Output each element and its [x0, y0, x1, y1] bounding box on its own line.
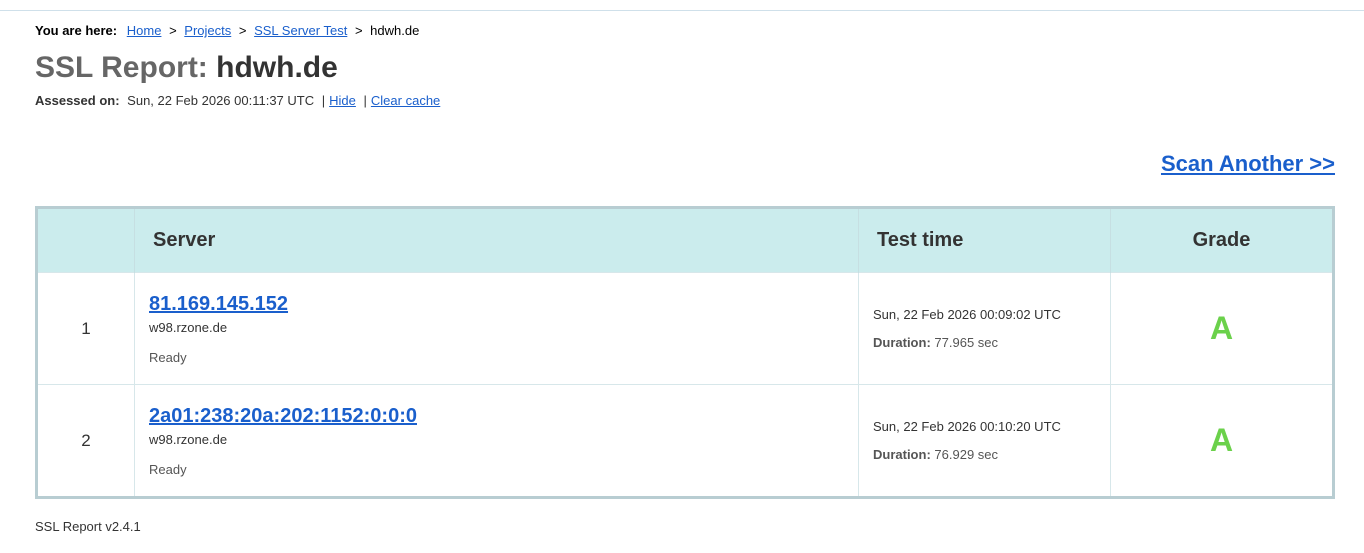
- top-divider: [0, 10, 1364, 11]
- clear-cache-link[interactable]: Clear cache: [371, 93, 440, 108]
- scan-another-link[interactable]: Scan Another >>: [1161, 150, 1335, 178]
- row-index: 2: [36, 384, 135, 498]
- server-cell: 81.169.145.152 w98.rzone.de Ready: [134, 272, 859, 385]
- page-content: You are here: Home > Projects > SSL Serv…: [35, 22, 1335, 534]
- breadcrumb-projects-link[interactable]: Projects: [184, 23, 231, 38]
- footer-version: SSL Report v2.4.1: [35, 519, 141, 534]
- grade-cell: A: [1110, 272, 1334, 385]
- test-time-value: Sun, 22 Feb 2026 00:10:20 UTC: [873, 418, 1061, 434]
- grade-cell: A: [1110, 384, 1334, 498]
- assessed-line: Assessed on: Sun, 22 Feb 2026 00:11:37 U…: [35, 92, 1335, 110]
- assessed-date: Sun, 22 Feb 2026 00:11:37 UTC: [127, 93, 315, 108]
- server-status: Ready: [149, 461, 187, 477]
- page-title-prefix: SSL Report:: [35, 51, 208, 84]
- table-row: 2 2a01:238:20a:202:1152:0:0:0 w98.rzone.…: [36, 384, 1334, 498]
- hide-link[interactable]: Hide: [329, 93, 356, 108]
- breadcrumb-separator: >: [238, 23, 247, 38]
- duration-value: 76.929 sec: [934, 446, 999, 462]
- server-hostname: w98.rzone.de: [149, 431, 228, 447]
- breadcrumb: You are here: Home > Projects > SSL Serv…: [35, 22, 1335, 40]
- page-title: SSL Report: hdwh.de: [35, 50, 1335, 86]
- duration-line: Duration: 76.929 sec: [873, 446, 1096, 464]
- breadcrumb-separator: >: [354, 23, 363, 38]
- server-ip-link[interactable]: 81.169.145.152: [149, 293, 288, 315]
- header-test-time: Test time: [858, 207, 1111, 273]
- test-time-cell: Sun, 22 Feb 2026 00:09:02 UTC Duration: …: [858, 272, 1111, 385]
- header-grade: Grade: [1110, 207, 1334, 273]
- table-header-row: Server Test time Grade: [36, 207, 1334, 273]
- assessed-separator: |: [363, 93, 367, 108]
- breadcrumb-home-link[interactable]: Home: [127, 23, 162, 38]
- table-row: 1 81.169.145.152 w98.rzone.de Ready Sun,…: [36, 272, 1334, 385]
- header-server: Server: [134, 207, 859, 273]
- server-status: Ready: [149, 349, 187, 365]
- breadcrumb-separator: >: [169, 23, 177, 38]
- server-cell: 2a01:238:20a:202:1152:0:0:0 w98.rzone.de…: [134, 384, 859, 498]
- test-time-value: Sun, 22 Feb 2026 00:09:02 UTC: [873, 306, 1061, 322]
- row-index: 1: [36, 272, 135, 385]
- page-title-host: hdwh.de: [216, 51, 338, 84]
- results-table: Server Test time Grade 1 81.169.145.152 …: [35, 206, 1335, 499]
- breadcrumb-current: hdwh.de: [370, 23, 420, 38]
- assessed-label: Assessed on:: [35, 93, 120, 108]
- server-hostname: w98.rzone.de: [149, 319, 228, 335]
- breadcrumb-label: You are here:: [35, 23, 118, 38]
- duration-label: Duration:: [873, 334, 931, 350]
- duration-value: 77.965 sec: [934, 334, 999, 350]
- grade-badge: A: [1209, 422, 1234, 458]
- breadcrumb-ssl-server-test-link[interactable]: SSL Server Test: [254, 23, 347, 38]
- duration-line: Duration: 77.965 sec: [873, 334, 1096, 352]
- assessed-separator: |: [321, 93, 326, 108]
- server-ip-link[interactable]: 2a01:238:20a:202:1152:0:0:0: [149, 405, 417, 427]
- test-time-cell: Sun, 22 Feb 2026 00:10:20 UTC Duration: …: [858, 384, 1111, 498]
- grade-badge: A: [1209, 310, 1234, 346]
- duration-label: Duration:: [873, 446, 931, 462]
- header-index: [36, 207, 135, 273]
